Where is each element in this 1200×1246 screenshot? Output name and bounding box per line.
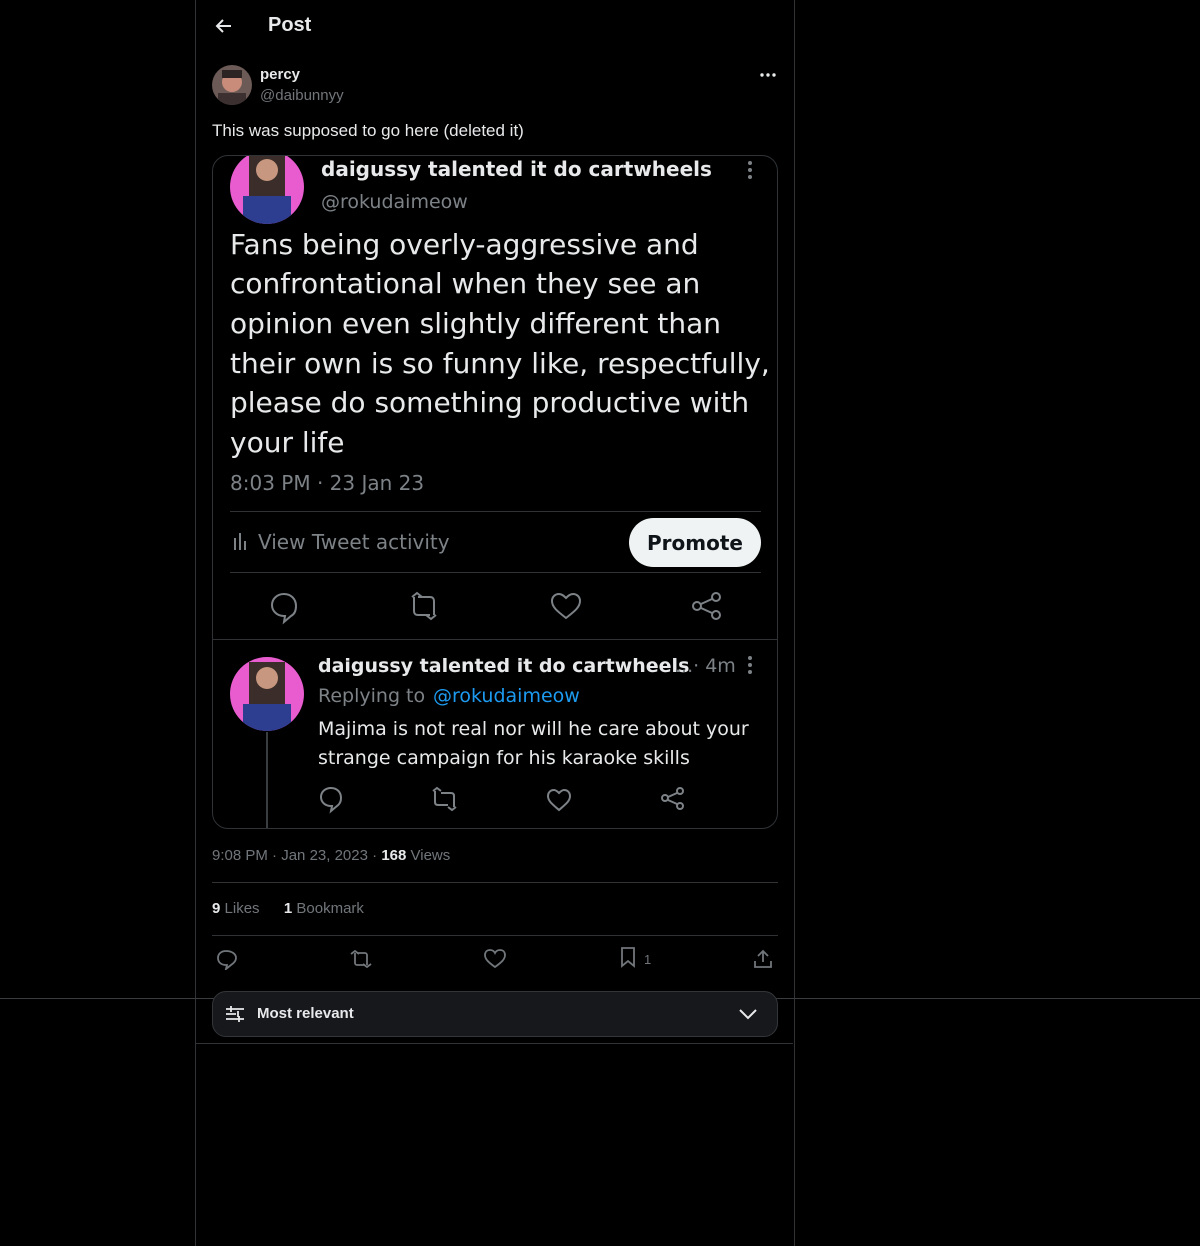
promote-label: Promote	[647, 531, 743, 555]
chevron-down-icon	[738, 1004, 758, 1029]
reply-icon	[319, 786, 343, 814]
screenshot-avatar-icon	[230, 156, 304, 224]
bookmark-icon	[618, 946, 638, 973]
bookmarks-stat[interactable]: 1 Bookmark	[284, 900, 364, 917]
like-icon	[550, 592, 582, 620]
reply-avatar-icon	[230, 657, 304, 731]
attached-screenshot[interactable]: daigussy talented it do cartwheels @roku…	[212, 155, 778, 829]
post-stats: 9 Likes 1 Bookmark	[212, 900, 364, 917]
divider	[212, 882, 778, 883]
view-activity-label: View Tweet activity	[258, 530, 450, 554]
share-icon	[692, 592, 721, 620]
page-title: Post	[268, 14, 312, 36]
share-icon[interactable]	[748, 944, 778, 974]
bookmark-action[interactable]: 1	[618, 944, 651, 974]
post-metadata: 9:08 PM · Jan 23, 2023 · 168 Views	[212, 847, 451, 864]
screenshot-more-icon	[748, 161, 752, 179]
more-icon[interactable]	[756, 64, 780, 86]
share-icon	[661, 787, 684, 810]
screenshot-line: confrontational when they see an	[230, 267, 700, 300]
screenshot-line: opinion even slightly different than	[230, 307, 721, 340]
author-name[interactable]: percy	[260, 66, 300, 83]
retweet-icon[interactable]	[346, 944, 376, 974]
screenshot-line: their own is so funny like, respectfully…	[230, 347, 770, 380]
screenshot-line: please do something productive with	[230, 386, 749, 419]
views-count: 168	[381, 847, 407, 864]
back-arrow-icon[interactable]	[212, 14, 236, 38]
like-icon	[546, 788, 572, 812]
author-handle[interactable]: @daibunnyy	[260, 87, 344, 104]
reply-name: daigussy talented it do cartwheels	[318, 655, 689, 677]
divider	[196, 1043, 793, 1044]
replying-to-handle: @rokudaimeow	[433, 685, 580, 707]
views-label: Views	[410, 847, 451, 864]
reply-more-icon	[748, 656, 752, 674]
post-time: 9:08 PM	[212, 847, 268, 864]
screenshot-timestamp: 8:03 PM · 23 Jan 23	[230, 471, 424, 495]
reply-time: ...· 4m	[675, 655, 736, 677]
sliders-icon	[225, 1004, 245, 1029]
screenshot-name: daigussy talented it do cartwheels	[321, 157, 712, 181]
screenshot-line: Fans being overly-aggressive and	[230, 228, 699, 261]
retweet-icon	[411, 591, 437, 621]
retweet-icon	[432, 786, 457, 812]
screenshot-line: your life	[230, 426, 345, 459]
post-date[interactable]: Jan 23, 2023	[281, 847, 368, 864]
divider	[212, 935, 778, 936]
author-avatar[interactable]	[212, 65, 252, 105]
reply-line: strange campaign for his karaoke skills	[318, 747, 690, 769]
reply-line: Majima is not real nor will he care abou…	[318, 718, 749, 740]
like-icon[interactable]	[480, 944, 510, 974]
sort-label: Most relevant	[257, 1005, 354, 1022]
replying-to-label: Replying to	[318, 685, 425, 707]
bookmark-count: 1	[644, 951, 652, 967]
activity-bars-icon	[234, 533, 246, 550]
thread-line	[266, 732, 268, 828]
reply-icon[interactable]	[212, 944, 242, 974]
screenshot-handle: @rokudaimeow	[321, 191, 468, 213]
sort-dropdown[interactable]: Most relevant	[212, 991, 778, 1037]
likes-stat[interactable]: 9 Likes	[212, 900, 260, 917]
reply-icon	[270, 592, 298, 625]
post-text: This was supposed to go here (deleted it…	[212, 121, 524, 140]
